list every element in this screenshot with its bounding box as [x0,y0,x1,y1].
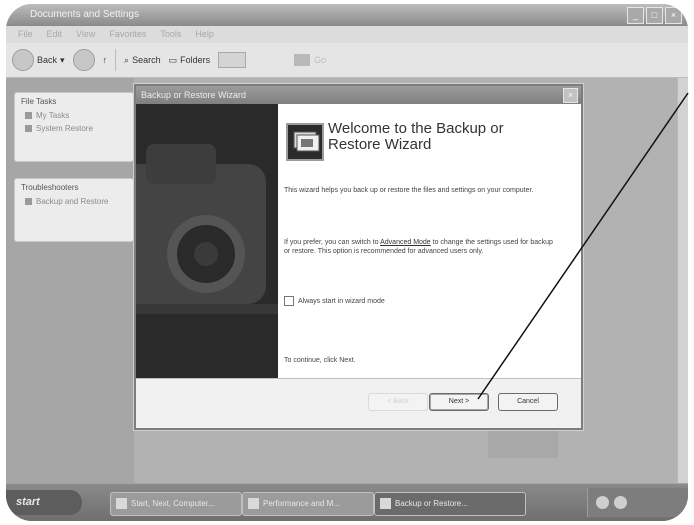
callout-line [477,92,689,400]
